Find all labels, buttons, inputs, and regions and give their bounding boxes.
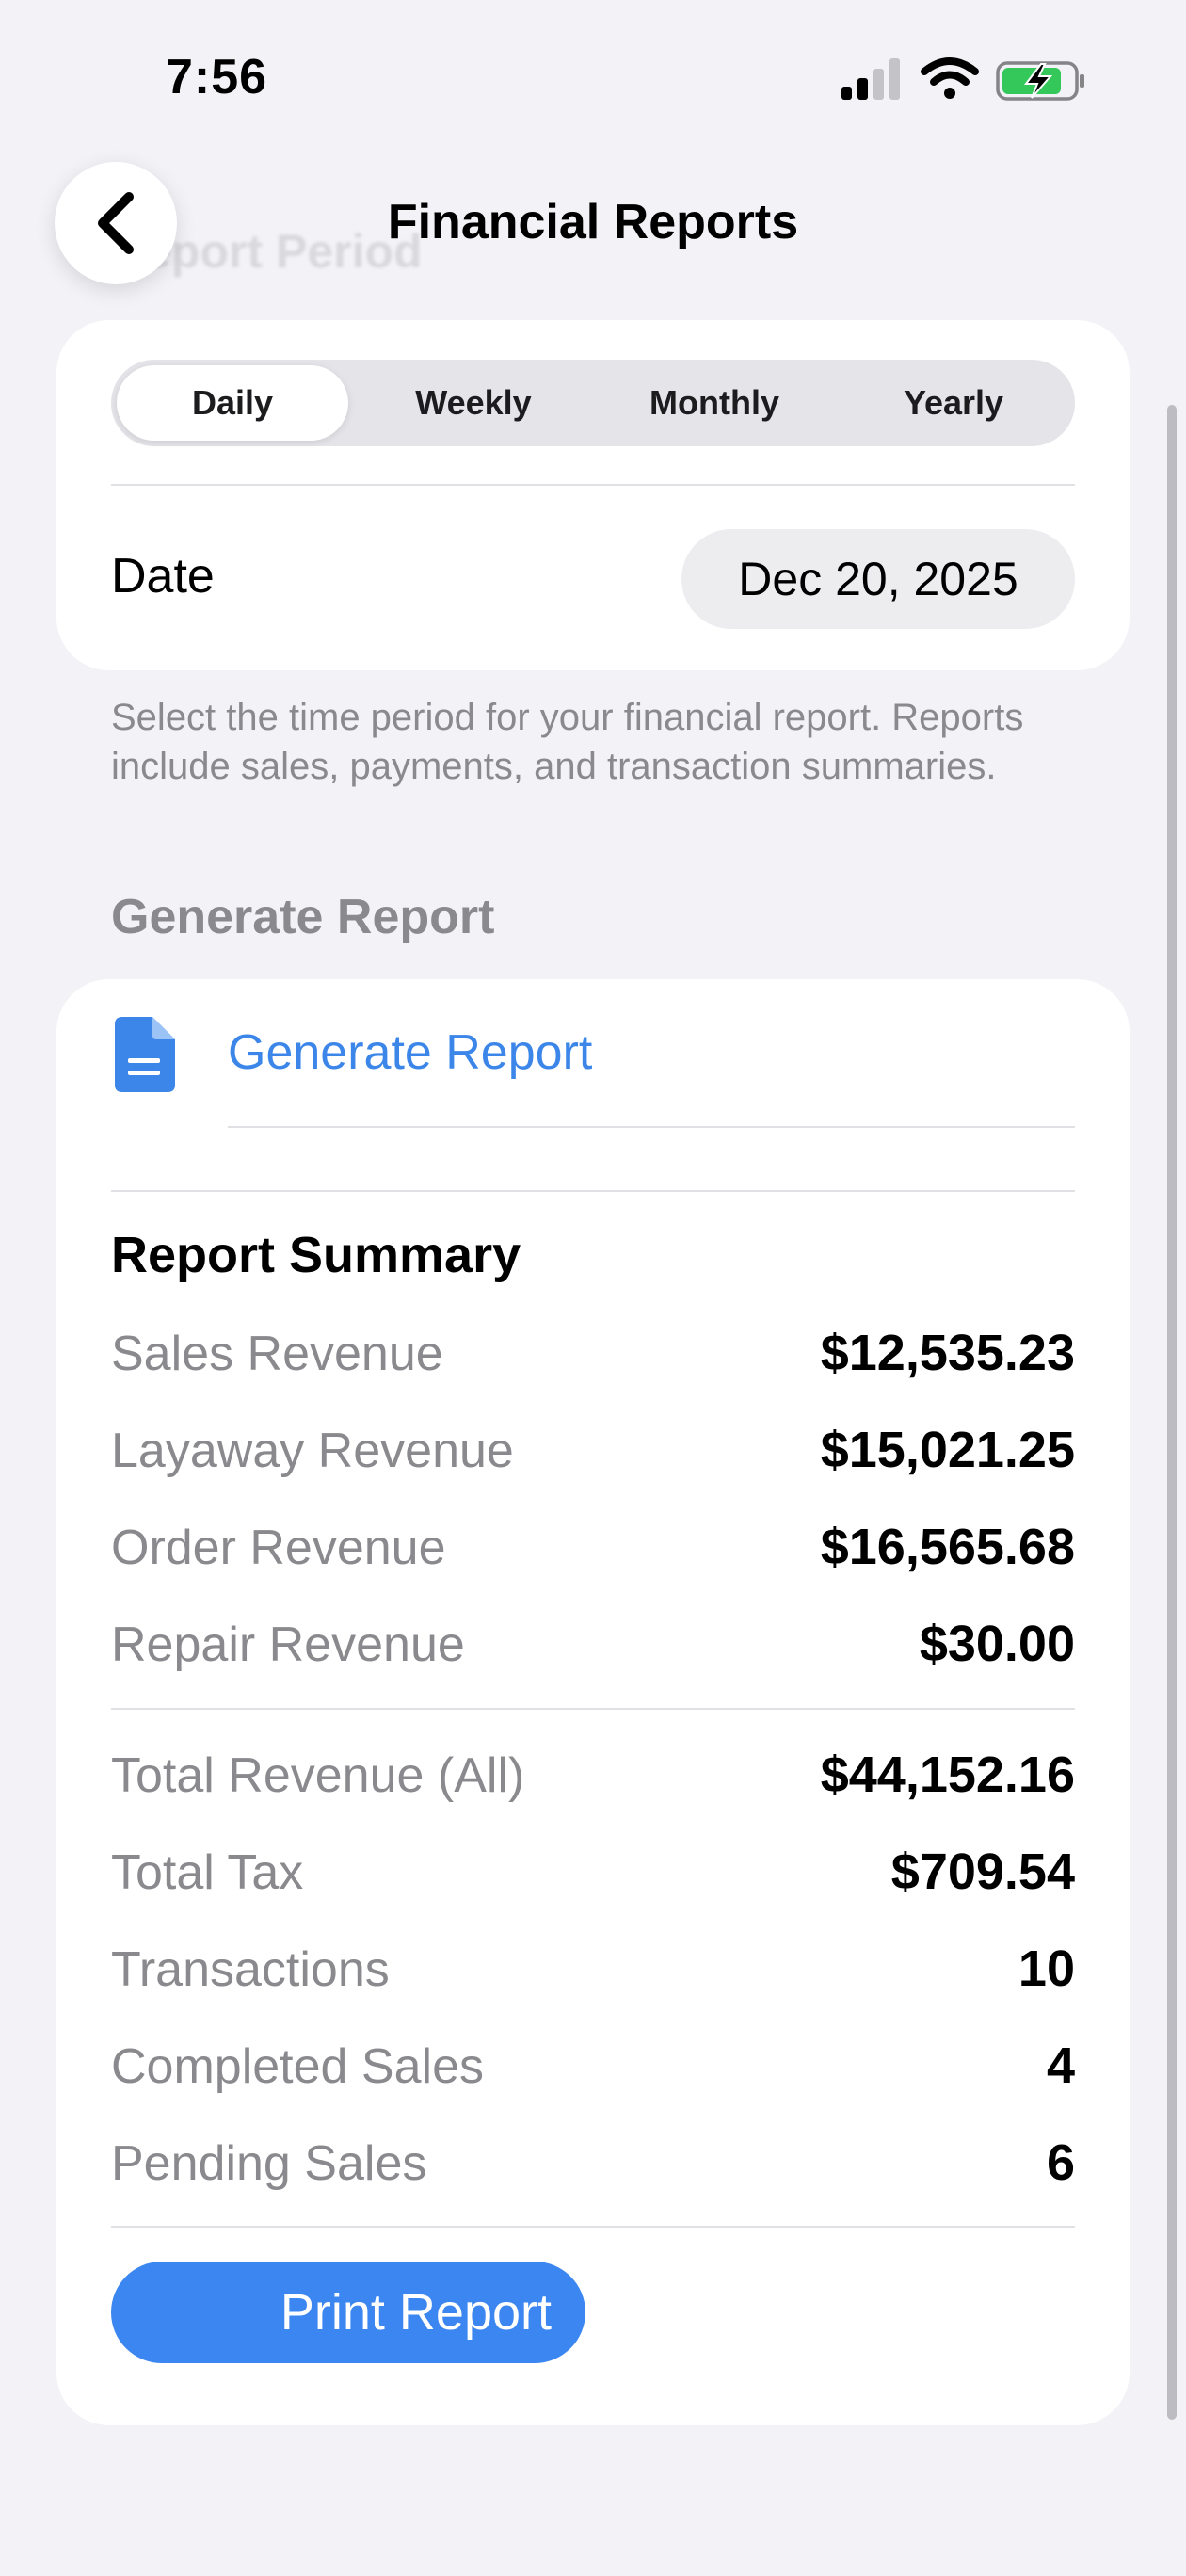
transactions-label: Transactions	[111, 1942, 390, 1997]
status-time: 7:56	[166, 50, 268, 105]
pending-sales-value: 6	[1046, 2134, 1075, 2191]
page-title: Financial Reports	[387, 195, 799, 250]
segment-daily[interactable]: Daily	[117, 365, 348, 441]
date-label: Date	[111, 549, 215, 604]
divider	[228, 1126, 1075, 1128]
completed-sales-value: 4	[1046, 2037, 1075, 2094]
sales-revenue-label: Sales Revenue	[111, 1327, 443, 1381]
divider	[111, 1708, 1075, 1710]
cellular-signal-icon	[841, 58, 900, 100]
layaway-revenue-label: Layaway Revenue	[111, 1424, 514, 1478]
report-card	[56, 979, 1130, 2425]
divider	[111, 2226, 1075, 2228]
battery-charging-icon	[996, 61, 1084, 101]
total-tax-label: Total Tax	[111, 1845, 304, 1900]
transactions-value: 10	[1018, 1940, 1075, 1997]
section-header-generate: Generate Report	[111, 890, 495, 944]
repair-revenue-label: Repair Revenue	[111, 1618, 465, 1672]
order-revenue-value: $16,565.68	[820, 1519, 1075, 1575]
divider	[111, 1190, 1075, 1192]
repair-revenue-value: $30.00	[919, 1616, 1075, 1672]
segment-monthly[interactable]: Monthly	[599, 365, 830, 441]
pending-sales-label: Pending Sales	[111, 2136, 427, 2191]
period-segmented-control: Daily Weekly Monthly Yearly	[111, 360, 1075, 446]
completed-sales-label: Completed Sales	[111, 2039, 484, 2094]
summary-title: Report Summary	[111, 1227, 521, 1283]
sales-revenue-value: $12,535.23	[820, 1325, 1075, 1381]
print-report-label: Print Report	[280, 2284, 552, 2341]
wifi-icon	[921, 57, 979, 99]
total-revenue-value: $44,152.16	[820, 1747, 1075, 1803]
segment-yearly[interactable]: Yearly	[838, 365, 1069, 441]
help-text: Select the time period for your financia…	[111, 697, 1024, 787]
segment-weekly[interactable]: Weekly	[358, 365, 589, 441]
layaway-revenue-value: $15,021.25	[820, 1422, 1075, 1478]
order-revenue-label: Order Revenue	[111, 1521, 446, 1575]
total-tax-value: $709.54	[890, 1843, 1075, 1900]
divider	[111, 484, 1075, 486]
document-icon	[115, 1017, 175, 1092]
date-picker[interactable]: Dec 20, 2025	[681, 529, 1075, 629]
scrollbar[interactable]	[1167, 405, 1177, 2420]
total-revenue-label: Total Revenue (All)	[111, 1748, 525, 1803]
print-report-button[interactable]: Print Report	[111, 2262, 585, 2363]
generate-report-button[interactable]: Generate Report	[228, 1024, 592, 1081]
